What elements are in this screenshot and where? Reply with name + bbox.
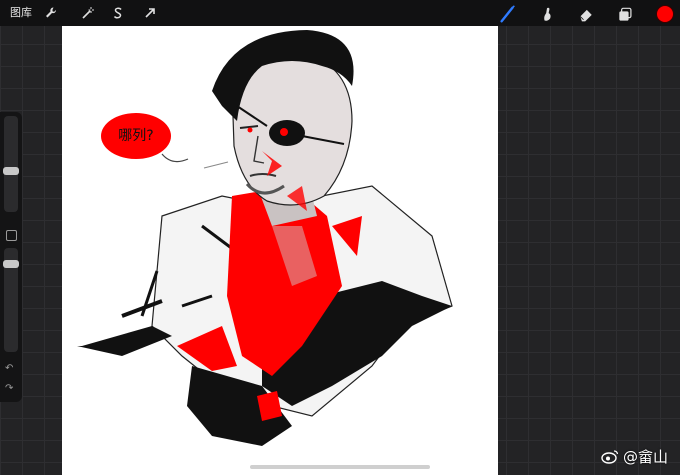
home-indicator bbox=[250, 465, 430, 469]
watermark: @畲山 bbox=[601, 446, 668, 467]
redo-icon[interactable]: ↷ bbox=[5, 384, 13, 394]
weibo-icon bbox=[601, 450, 619, 464]
artwork-illustration: 哪列? bbox=[77, 30, 453, 446]
speech-bubble-text: 哪列? bbox=[118, 128, 153, 144]
wrench-icon[interactable] bbox=[41, 3, 61, 23]
opacity-slider[interactable] bbox=[3, 248, 19, 352]
layers-icon[interactable] bbox=[614, 3, 636, 25]
transform-arrow-icon[interactable] bbox=[140, 3, 160, 23]
gallery-button[interactable]: 图库 bbox=[10, 6, 32, 20]
modify-button[interactable] bbox=[6, 230, 17, 241]
brush-size-slider[interactable] bbox=[3, 116, 19, 212]
magic-wand-icon[interactable] bbox=[78, 3, 98, 23]
top-toolbar: 图库 bbox=[0, 0, 680, 26]
left-sidebar: ↶ ↷ bbox=[0, 112, 22, 402]
color-picker-button[interactable] bbox=[656, 5, 674, 23]
eraser-icon[interactable] bbox=[575, 3, 597, 25]
smudge-icon[interactable] bbox=[536, 3, 558, 25]
opacity-handle[interactable] bbox=[3, 260, 19, 268]
undo-icon[interactable]: ↶ bbox=[5, 364, 13, 374]
selection-s-icon[interactable] bbox=[108, 3, 128, 23]
brush-icon[interactable] bbox=[497, 3, 519, 25]
watermark-text: @畲山 bbox=[622, 448, 668, 466]
drawing-canvas[interactable]: 哪列? bbox=[62, 26, 498, 475]
brush-size-handle[interactable] bbox=[3, 167, 19, 175]
